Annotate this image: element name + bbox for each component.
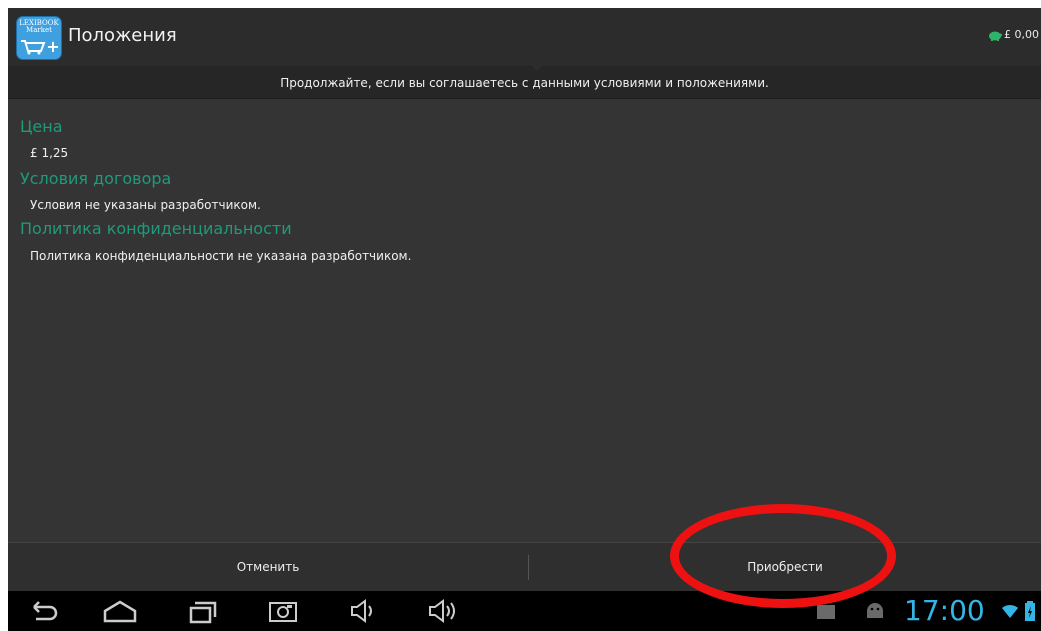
page-title: Положения (68, 25, 177, 46)
volume-up-icon (429, 599, 455, 623)
button-bar: Отменить Приобрести (8, 542, 1041, 592)
notice-notch (532, 66, 542, 71)
cancel-button[interactable]: Отменить (8, 543, 528, 592)
recent-apps-icon (189, 601, 217, 624)
back-button[interactable] (23, 597, 63, 625)
notice-text: Продолжайте, если вы соглашаетесь с данн… (280, 76, 769, 90)
battery-icon (1025, 601, 1035, 621)
price-value: £ 1,25 (30, 146, 69, 160)
clock: 17:00 (904, 594, 985, 627)
volume-up-button[interactable] (423, 597, 463, 625)
piggy-bank-icon (989, 31, 1002, 41)
screenshot-icon (269, 602, 297, 622)
screenshot-button[interactable] (263, 597, 303, 625)
back-icon (33, 601, 58, 621)
device-screen: LEXIBOOK Market + Положения £ 0,00 Продо… (8, 8, 1041, 631)
recent-apps-button[interactable] (183, 597, 223, 625)
logo-text: LEXIBOOK Market (19, 19, 59, 34)
privacy-title: Политика конфиденциальности (20, 219, 292, 238)
volume-down-icon (351, 599, 372, 623)
privacy-text: Политика конфиденциальности не указана р… (30, 249, 412, 263)
wifi-icon (1002, 604, 1018, 618)
balance-value: £ 0,00 (1004, 28, 1039, 41)
terms-content: Цена £ 1,25 Условия договора Условия не … (8, 99, 1041, 542)
terms-text: Условия не указаны разработчиком. (30, 198, 261, 212)
home-button[interactable] (100, 597, 140, 625)
cart-icon (21, 40, 46, 55)
volume-down-button[interactable] (343, 597, 383, 625)
price-title: Цена (20, 117, 63, 136)
android-icon (867, 603, 883, 618)
action-bar: LEXIBOOK Market + Положения £ 0,00 (8, 8, 1041, 67)
terms-title: Условия договора (20, 169, 172, 188)
home-icon (103, 600, 137, 623)
buy-button[interactable]: Приобрести (529, 543, 1041, 592)
terms-notice: Продолжайте, если вы соглашаетесь с данн… (8, 66, 1041, 99)
plus-icon: + (46, 37, 60, 56)
system-bar: 17:00 (8, 591, 1041, 631)
notification-icon (817, 605, 835, 619)
account-balance[interactable]: £ 0,00 (988, 28, 1039, 42)
app-logo[interactable]: LEXIBOOK Market + (16, 16, 62, 60)
